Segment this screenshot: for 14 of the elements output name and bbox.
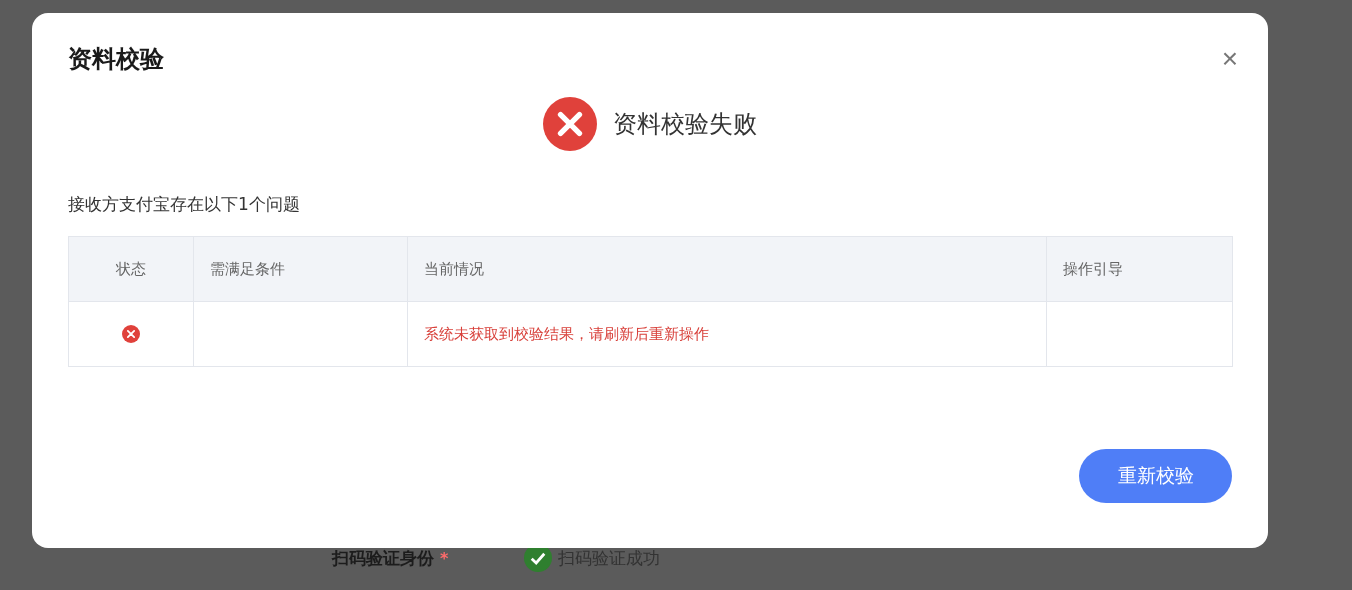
field-label: 扫码验证身份: [332, 546, 434, 570]
close-button[interactable]: ×: [1221, 43, 1238, 75]
column-header: 需满足条件: [193, 236, 408, 302]
table-cell: 系统未获取到校验结果，请刷新后重新操作: [407, 301, 1047, 367]
column-header: 状态: [68, 236, 194, 302]
column-header: 当前情况: [407, 236, 1047, 302]
error-icon: [543, 97, 597, 151]
error-icon: [122, 325, 140, 343]
summary-text: 接收方支付宝存在以下1个问题: [68, 193, 301, 216]
recheck-button[interactable]: 重新校验: [1079, 449, 1232, 503]
result-text: 资料校验失败: [613, 109, 757, 140]
dialog-title: 资料校验: [68, 44, 164, 75]
column-header: 操作引导: [1046, 236, 1233, 302]
required-mark: *: [440, 548, 449, 568]
